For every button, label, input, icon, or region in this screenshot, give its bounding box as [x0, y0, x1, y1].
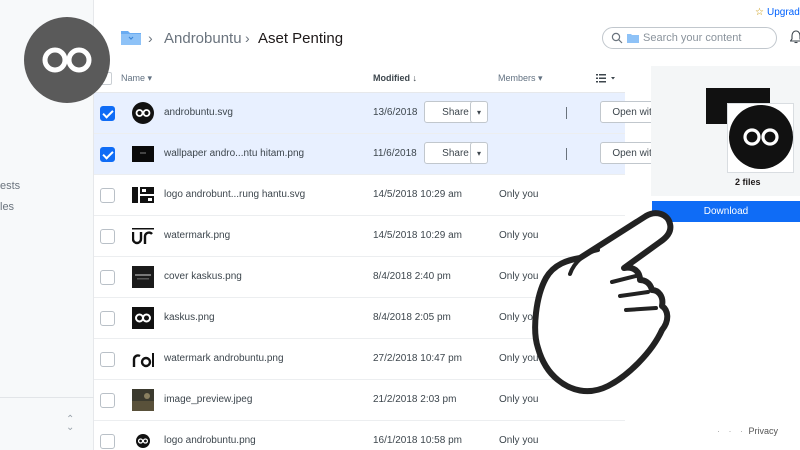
row-checkbox[interactable]: [100, 147, 115, 162]
file-modified: 14/5/2018 10:29 am: [373, 230, 462, 241]
file-thumbnail: [132, 184, 154, 206]
file-name[interactable]: watermark.png: [164, 230, 230, 241]
pointing-hand-icon: [532, 210, 674, 395]
search-input[interactable]: [643, 32, 763, 44]
sidebar-item-partial[interactable]: les: [0, 201, 14, 213]
file-name[interactable]: image_preview.jpeg: [164, 394, 252, 405]
row-checkbox[interactable]: [100, 106, 115, 121]
row-checkbox[interactable]: [100, 229, 115, 244]
file-modified: 21/2/2018 2:03 pm: [373, 394, 457, 405]
share-dropdown-button[interactable]: ▾: [470, 101, 488, 123]
row-checkbox[interactable]: [100, 311, 115, 326]
column-header-modified[interactable]: Modified ↓: [373, 73, 417, 83]
list-view-icon[interactable]: [596, 74, 616, 83]
members-clipped-glyph: [566, 148, 569, 160]
row-checkbox[interactable]: [100, 352, 115, 367]
file-thumbnail: [132, 389, 154, 411]
members-clipped-glyph: [566, 107, 569, 119]
file-modified: 11/6/2018: [373, 148, 417, 159]
file-modified: 8/4/2018 2:40 pm: [373, 271, 451, 282]
column-modified-label: Modified: [373, 73, 410, 83]
row-checkbox[interactable]: [100, 270, 115, 285]
column-header-members[interactable]: Members ▾: [498, 73, 543, 84]
preview-logo: [729, 105, 793, 169]
row-checkbox[interactable]: [100, 434, 115, 449]
column-header-name[interactable]: Name ▾: [121, 73, 152, 84]
sort-caret-icon: ▾: [147, 73, 153, 83]
file-thumbnail: [132, 430, 154, 450]
column-name-label: Name: [121, 73, 146, 83]
upgrade-link[interactable]: ☆ Upgrad: [755, 7, 800, 18]
row-checkbox[interactable]: [100, 188, 115, 203]
sort-arrow-down-icon: ↓: [412, 73, 418, 83]
file-name[interactable]: watermark androbuntu.png: [164, 353, 284, 364]
file-name[interactable]: logo androbuntu.png: [164, 435, 256, 446]
file-thumbnail: [132, 102, 154, 124]
file-thumbnail: [132, 307, 154, 329]
page-title: Aset Penting: [258, 30, 344, 47]
privacy-link[interactable]: · · · Privacy: [717, 426, 778, 436]
file-thumbnail: [132, 266, 154, 288]
folder-scope-icon: [627, 34, 639, 43]
androbuntu-logo: [24, 17, 110, 103]
breadcrumb-separator: ›: [148, 30, 153, 46]
sidebar-divider: [0, 397, 94, 398]
dots-decoration: · · ·: [717, 426, 746, 436]
selected-files-count: 2 files: [735, 177, 761, 187]
column-members-label: Members: [498, 73, 536, 83]
file-name[interactable]: androbuntu.svg: [164, 107, 233, 118]
bell-icon[interactable]: [790, 30, 800, 44]
file-name[interactable]: cover kaskus.png: [164, 271, 242, 282]
file-thumbnail: [132, 143, 154, 165]
search-box[interactable]: [602, 27, 777, 49]
upgrade-label: Upgrad: [766, 7, 800, 18]
file-modified: 16/1/2018 10:58 pm: [373, 435, 462, 446]
search-icon: [611, 32, 623, 44]
file-thumbnail: [132, 225, 154, 247]
privacy-label: Privacy: [748, 426, 779, 436]
folder-icon[interactable]: [121, 29, 141, 45]
sidebar-item-partial[interactable]: ests: [0, 180, 20, 192]
share-dropdown-button[interactable]: ▾: [470, 142, 488, 164]
file-modified: 14/5/2018 10:29 am: [373, 189, 462, 200]
file-modified: 8/4/2018 2:05 pm: [373, 312, 451, 323]
table-row[interactable]: androbuntu.svg 13/6/2018 Share ▾ Open wi…: [94, 93, 707, 134]
sidebar-collapse-icon[interactable]: ⌃ ⌄: [66, 415, 74, 433]
file-name[interactable]: logo androbunt...rung hantu.svg: [164, 189, 305, 200]
sort-caret-icon: ▾: [538, 73, 543, 83]
table-row[interactable]: wallpaper andro...ntu hitam.png 11/6/201…: [94, 134, 707, 175]
file-name[interactable]: kaskus.png: [164, 312, 215, 323]
file-modified: 13/6/2018: [373, 107, 418, 118]
file-members: Only you: [499, 189, 539, 200]
file-name[interactable]: wallpaper andro...ntu hitam.png: [164, 148, 304, 159]
breadcrumb-root[interactable]: Androbuntu: [164, 30, 242, 47]
file-thumbnail: [132, 348, 154, 370]
file-modified: 27/2/2018 10:47 pm: [373, 353, 462, 364]
file-members: Only you: [499, 435, 539, 446]
row-checkbox[interactable]: [100, 393, 115, 408]
star-icon: ☆: [755, 7, 764, 18]
table-row[interactable]: logo androbuntu.png 16/1/2018 10:58 pm O…: [94, 421, 625, 450]
breadcrumb-separator: ›: [245, 30, 250, 46]
